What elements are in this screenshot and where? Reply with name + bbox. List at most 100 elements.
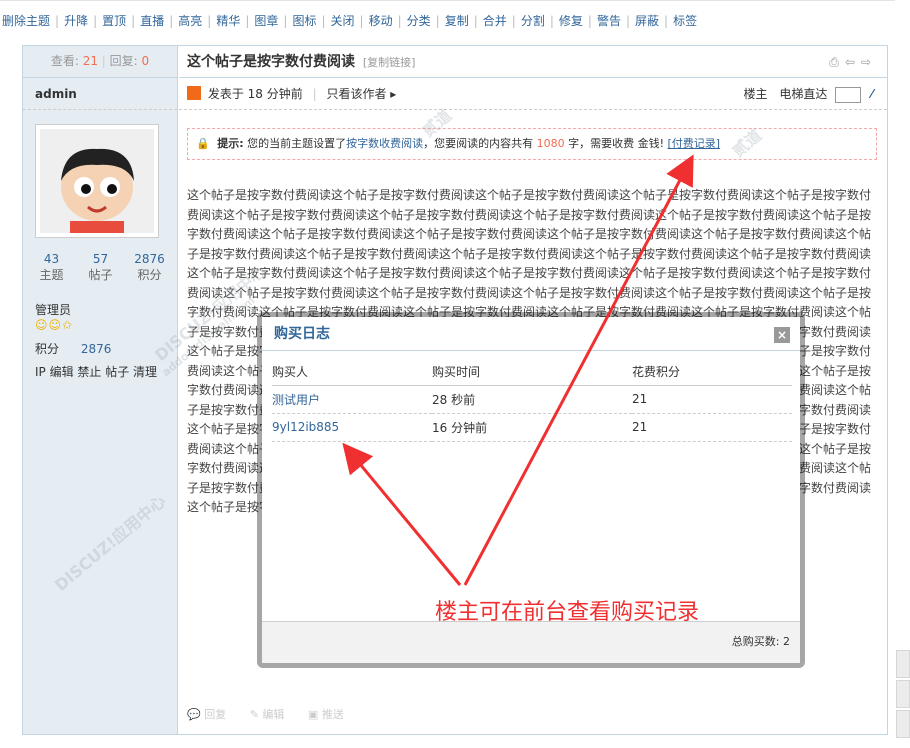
- notice-mode: 按字数收费阅读: [346, 137, 424, 150]
- toolbar-item[interactable]: 复制: [443, 12, 471, 29]
- buyer-link[interactable]: 测试用户: [272, 385, 432, 414]
- purchase-time: 28 秒前: [432, 385, 632, 414]
- notice-text3: 字，需要收费 金钱!: [568, 137, 665, 150]
- thread-stats: 查看: 21 | 回复: 0: [23, 46, 177, 78]
- only-author-link[interactable]: 只看该作者 ▸: [326, 87, 396, 101]
- avatar-image: [40, 129, 154, 233]
- jump-go-icon[interactable]: ⁄: [871, 78, 873, 110]
- notice-prefix: 提示:: [217, 137, 244, 150]
- user-rank[interactable]: 管理员: [35, 301, 71, 318]
- replies-label: 回复:: [109, 54, 138, 68]
- rank-stars-icon: ☺☺✩: [35, 318, 74, 332]
- reply-label: 回复: [204, 708, 227, 721]
- toolbar-item[interactable]: 高亮: [176, 12, 204, 29]
- views-label: 查看:: [50, 54, 79, 68]
- scroll-edge-button[interactable]: [896, 710, 910, 738]
- count-threads[interactable]: 43 主题: [27, 251, 76, 283]
- toolbar-item[interactable]: 分类: [405, 12, 433, 29]
- toolbar-item[interactable]: 图章: [252, 12, 280, 29]
- print-icon[interactable]: ⎙: [829, 55, 845, 69]
- floor-nav: 楼主 电梯直达 ⁄: [743, 78, 873, 110]
- scroll-edge-button[interactable]: [896, 650, 910, 678]
- author-counts: 43 主题 57 帖子 2876 积分: [27, 251, 174, 283]
- toolbar-item[interactable]: 置顶: [100, 12, 128, 29]
- admin-links[interactable]: IP 编辑 禁止 帖子 清理: [35, 363, 157, 380]
- stats-divider: |: [101, 54, 106, 68]
- toolbar-item[interactable]: 升降: [62, 12, 90, 29]
- credits-value: 2876: [134, 252, 165, 266]
- annotation-caption: 楼主可在前台查看购买记录: [435, 600, 700, 625]
- toolbar-item[interactable]: 屏蔽: [633, 12, 661, 29]
- toolbar-item[interactable]: 精华: [214, 12, 242, 29]
- close-icon[interactable]: ×: [774, 327, 790, 343]
- toolbar-separator: |: [549, 14, 554, 28]
- dialog-title: 购买日志 ×: [262, 317, 800, 351]
- count-posts[interactable]: 57 帖子: [76, 251, 125, 283]
- recommend-label: 推送: [321, 708, 344, 721]
- floor-input[interactable]: [835, 86, 862, 103]
- avatar-cartoon-icon: [40, 129, 154, 233]
- toolbar-item[interactable]: 移动: [367, 12, 395, 29]
- floor-label: 楼主: [743, 87, 768, 101]
- jump-label: 电梯直达: [779, 87, 828, 101]
- copy-link[interactable]: [复制链接]: [363, 56, 416, 69]
- posts-value: 57: [92, 252, 109, 266]
- toolbar-separator: |: [587, 14, 592, 28]
- title-icons: ⎙⇦⇨: [829, 55, 877, 70]
- toolbar-item[interactable]: 警告: [595, 12, 623, 29]
- page-title: 这个帖子是按字数付费阅读: [187, 54, 355, 70]
- toolbar-separator: |: [435, 14, 440, 28]
- author-name[interactable]: admin: [23, 78, 177, 110]
- title-bar: 这个帖子是按字数付费阅读 [复制链接] ⎙⇦⇨: [179, 46, 887, 78]
- credits-label: 积分: [137, 268, 162, 282]
- payment-log-link[interactable]: [付费记录]: [668, 137, 721, 150]
- moderation-toolbar: 删除主题 | 升降 | 置顶 | 直播 | 高亮 | 精华 | 图章 | 图标 | 关闭 | 移动 | 分类 | 复制 | 合并…: [0, 12, 895, 34]
- toolbar-separator: |: [245, 14, 250, 28]
- table-row: 测试用户 28 秒前 21: [272, 385, 792, 414]
- toolbar-separator: |: [397, 14, 402, 28]
- toolbar-item[interactable]: 图标: [290, 12, 318, 29]
- purchase-cost: 21: [632, 413, 792, 442]
- points-label: 积分: [35, 342, 60, 356]
- points-value: 2876: [80, 342, 112, 356]
- toolbar-item[interactable]: 删除主题: [0, 12, 52, 29]
- toolbar-item[interactable]: 合并: [481, 12, 509, 29]
- toolbar-item[interactable]: 标签: [671, 12, 699, 29]
- purchase-time: 16 分钟前: [432, 413, 632, 442]
- post-meta: 发表于 18 分钟前 | 只看该作者 ▸ 楼主 电梯直达 ⁄: [179, 78, 887, 110]
- user-points: 积分 2876: [35, 340, 111, 357]
- purchase-cost: 21: [632, 385, 792, 414]
- count-credits[interactable]: 2876 积分: [125, 251, 174, 283]
- threads-value: 43: [43, 252, 60, 266]
- lock-icon: 🔒: [196, 137, 210, 150]
- author-sidebar: 查看: 21 | 回复: 0 admin 43 主题 57 帖子 2876 积分…: [23, 46, 178, 734]
- reply-button[interactable]: 💬 回复: [187, 708, 236, 721]
- toolbar-separator: |: [283, 14, 288, 28]
- toolbar-separator: |: [473, 14, 478, 28]
- scroll-edge-button[interactable]: [896, 680, 910, 708]
- toolbar-separator: |: [625, 14, 630, 28]
- header-cost: 花费积分: [632, 359, 792, 386]
- prev-thread-icon[interactable]: ⇦: [845, 55, 861, 69]
- toolbar-item[interactable]: 修复: [557, 12, 585, 29]
- replies-count: 0: [141, 54, 150, 68]
- paid-notice: 🔒 提示: 您的当前主题设置了按字数收费阅读，您要阅读的内容共有 1080 字，…: [187, 128, 877, 160]
- next-thread-icon[interactable]: ⇨: [861, 55, 877, 69]
- toolbar-separator: |: [131, 14, 136, 28]
- toolbar-separator: |: [359, 14, 364, 28]
- buyer-link[interactable]: 9yl12ib885: [272, 413, 432, 442]
- online-status-icon: [187, 86, 201, 100]
- avatar[interactable]: [35, 124, 159, 238]
- notice-count: 1080: [536, 137, 565, 150]
- table-row: 9yl12ib885 16 分钟前 21: [272, 413, 792, 442]
- recommend-button[interactable]: ▣ 推送: [308, 708, 354, 721]
- toolbar-item[interactable]: 分割: [519, 12, 547, 29]
- notice-text1: 您的当前主题设置了: [247, 137, 347, 150]
- table-header-row: 购买人 购买时间 花费积分: [272, 359, 792, 386]
- header-buyer: 购买人: [272, 359, 432, 386]
- posted-at: 发表于 18 分钟前: [207, 87, 303, 101]
- edit-button[interactable]: ✎ 编辑: [250, 708, 295, 721]
- toolbar-item[interactable]: 直播: [138, 12, 166, 29]
- toolbar-item[interactable]: 关闭: [329, 12, 357, 29]
- toolbar-separator: |: [207, 14, 212, 28]
